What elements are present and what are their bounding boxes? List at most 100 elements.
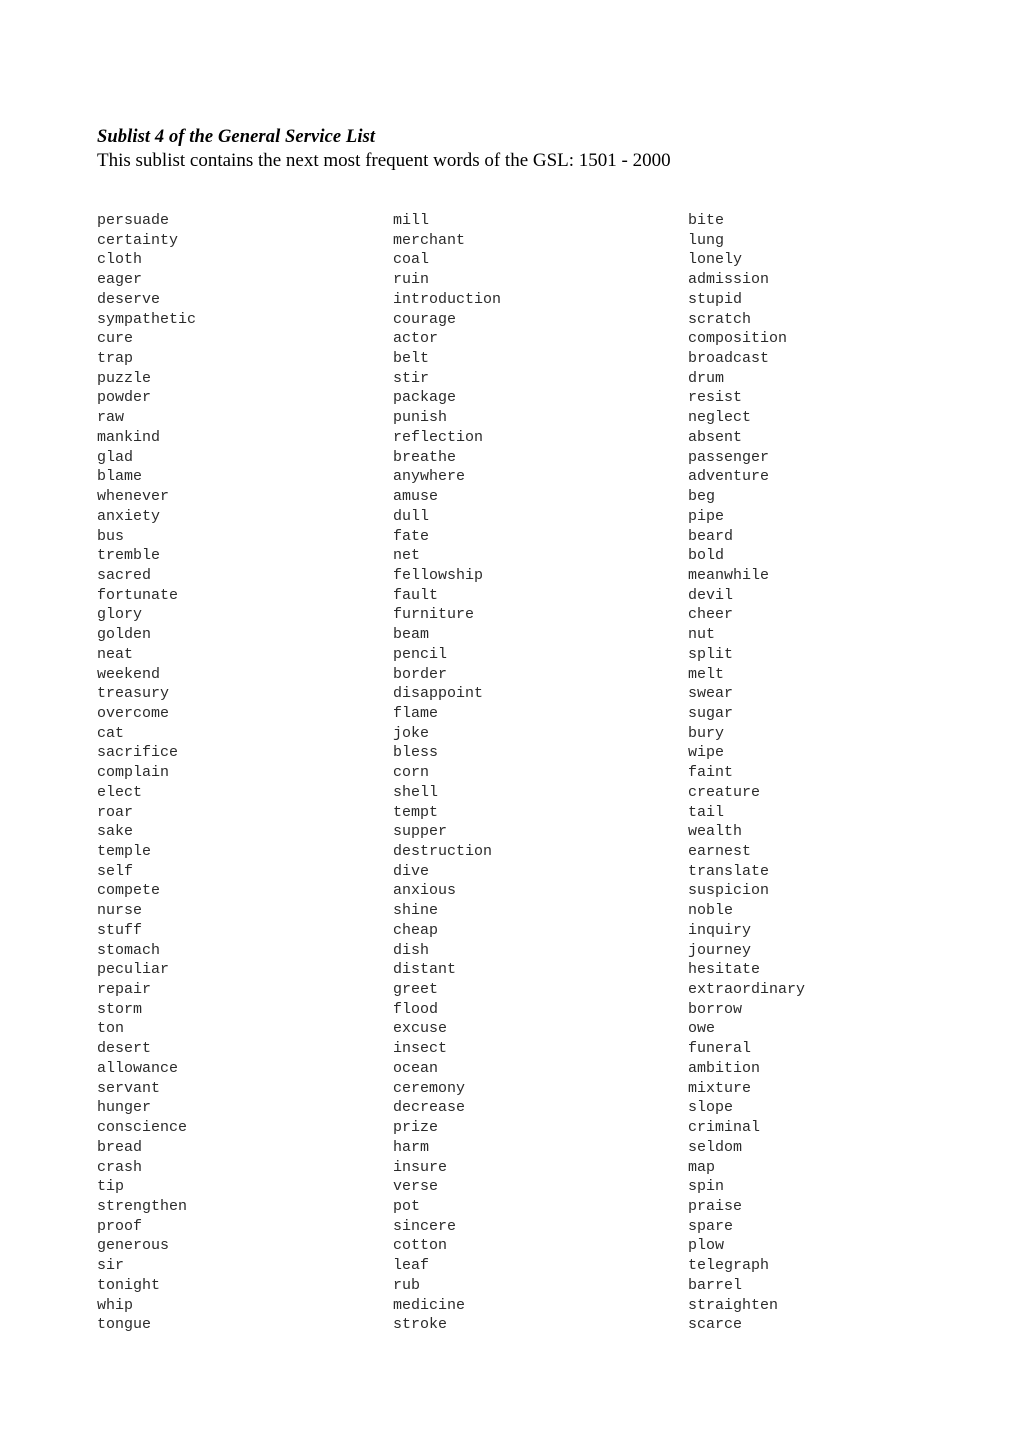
word-item: compete [97,882,161,900]
word-item: inquiry [688,921,752,939]
word-item: certainty [97,231,179,249]
word-item: decrease [393,1099,466,1117]
word-column-1: persuade certainty cloth eager deserve sympat… [97,211,393,1335]
word-item: fellowship [393,566,484,584]
word-item: devil [688,586,734,604]
word-item: lung [688,231,725,249]
word-item: supper [393,823,448,841]
word-item: joke [393,724,430,742]
word-item: shine [393,902,439,920]
word-item: wealth [688,823,743,841]
word-item: pot [393,1197,421,1215]
word-item: split [688,645,734,663]
word-item: beam [393,626,430,644]
word-item: broadcast [688,350,770,368]
word-item: scarce [688,1316,743,1334]
word-item: sir [97,1257,125,1275]
word-item: insure [393,1158,448,1176]
word-item: sincere [393,1217,457,1235]
word-item: barrel [688,1276,743,1294]
word-item: tip [97,1178,125,1196]
word-item: cheer [688,606,734,624]
word-item: courage [393,310,457,328]
word-item: hesitate [688,961,761,979]
word-item: fortunate [97,586,179,604]
word-item: stupid [688,290,743,308]
word-item: ocean [393,1059,439,1077]
page-title: Sublist 4 of the General Service List [97,127,376,147]
word-item: complain [97,764,170,782]
word-item: resist [688,389,743,407]
word-item: conscience [97,1119,188,1137]
word-item: earnest [688,843,752,860]
word-item: creature [688,783,761,801]
word-item: noble [688,902,734,920]
word-item: sacred [97,566,152,584]
word-item: dull [393,507,430,525]
word-item: verse [393,1178,439,1196]
word-item: composition [688,330,788,348]
word-item: introduction [393,290,502,308]
word-item: bite [688,212,725,229]
word-item: tonight [97,1276,161,1294]
word-item: weekend [97,665,161,683]
word-item: cheap [393,921,439,939]
word-item: translate [688,862,770,880]
word-item: strengthen [97,1197,188,1215]
word-item: bus [97,527,125,545]
word-item: corn [393,764,430,782]
word-item: raw [97,409,125,427]
word-item: bless [393,744,439,762]
word-item: actor [393,330,439,348]
word-item: package [393,389,457,407]
word-item: net [393,547,421,565]
word-item: glory [97,606,143,624]
word-item: admission [688,271,770,289]
word-item: generous [97,1237,170,1255]
word-item: medicine [393,1296,466,1314]
word-item: journey [688,941,752,959]
word-item: cat [97,724,125,742]
word-item: destruction [393,843,493,860]
word-item: insect [393,1040,448,1058]
document-header: Sublist 4 of the General Service List Th… [97,126,957,173]
word-item: servant [97,1079,161,1097]
word-item: bury [688,724,725,742]
word-item: beard [688,527,734,545]
word-item: nurse [97,902,143,920]
word-item: excuse [393,1020,448,1038]
word-item: leaf [393,1257,430,1275]
word-item: praise [688,1197,743,1215]
word-item: passenger [688,448,770,466]
word-item: sake [97,823,134,841]
word-item: peculiar [97,961,170,979]
word-item: extraordinary [688,981,806,999]
word-item: storm [97,1000,143,1018]
word-item: breathe [393,448,457,466]
word-item: drum [688,369,725,387]
word-item: fault [393,586,439,604]
word-item: whenever [97,488,170,506]
word-list-columns: persuade certainty cloth eager deserve sympat… [97,211,957,1335]
word-item: stuff [97,921,143,939]
word-item: mixture [688,1079,752,1097]
page-subtitle: This sublist contains the next most freq… [97,150,671,171]
word-item: trap [97,350,134,368]
word-item: coal [393,251,430,269]
word-item: melt [688,665,725,683]
word-item: border [393,665,448,683]
word-item: stomach [97,941,161,959]
word-item: disappoint [393,685,484,703]
word-item: punish [393,409,448,427]
word-item: neat [97,645,134,663]
word-item: self [97,862,134,880]
word-item: beg [688,488,716,506]
word-item: cure [97,330,134,348]
word-item: nut [688,626,716,644]
word-item: dive [393,862,430,880]
word-item: bold [688,547,725,565]
word-item: telegraph [688,1257,770,1275]
word-item: greet [393,981,439,999]
word-item: flame [393,704,439,722]
word-item: eager [97,271,143,289]
